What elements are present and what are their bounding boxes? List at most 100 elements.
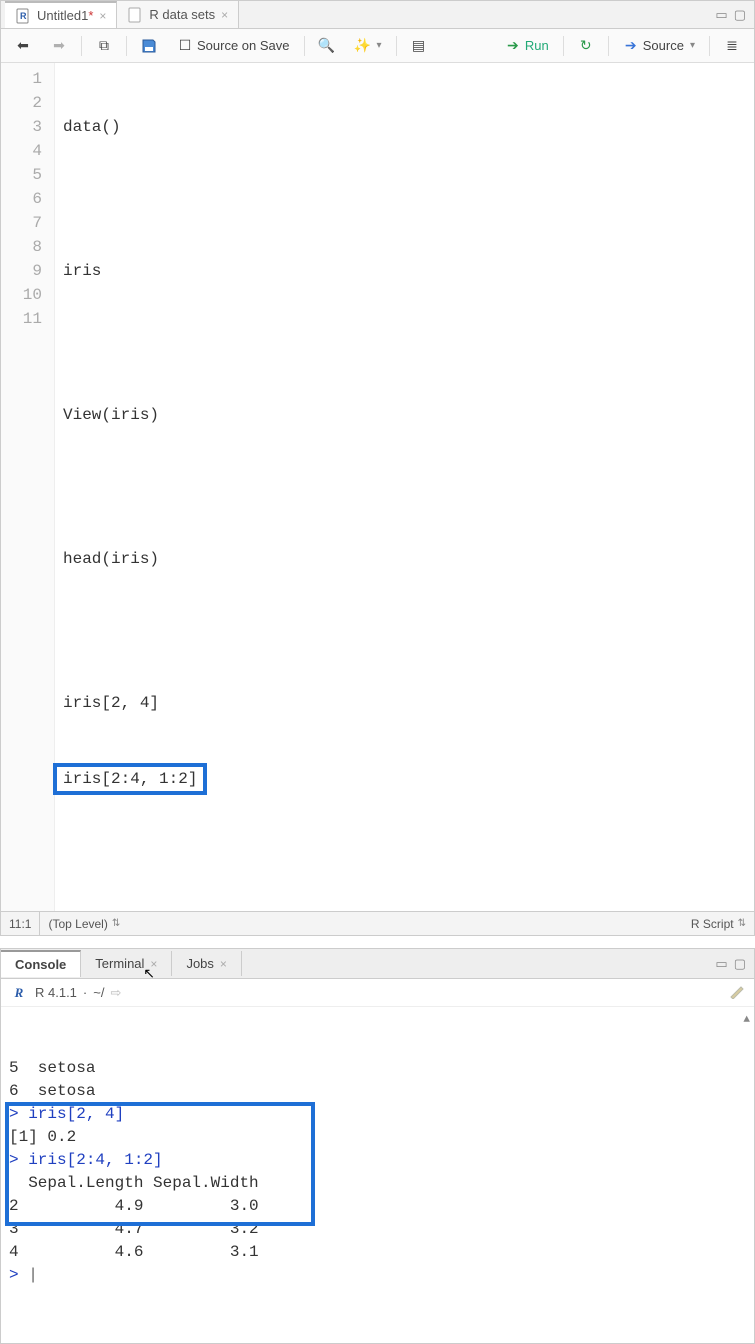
output-table-header: Sepal.Length Sepal.Width [9, 1174, 259, 1192]
rerun-icon: ↻ [578, 38, 594, 54]
code-line[interactable] [63, 331, 746, 355]
scroll-up-icon[interactable]: ▲ [743, 1009, 750, 1032]
chevron-down-icon: ▾ [690, 40, 695, 51]
minimize-pane-icon[interactable]: ▭ [715, 7, 727, 23]
sort-icon: ⇅ [738, 918, 746, 929]
close-icon[interactable]: × [221, 8, 228, 22]
editor-tab-bar: R Untitled1* × R data sets × ▭ ▢ [1, 1, 754, 29]
output-line: [1] 0.2 [9, 1128, 76, 1146]
close-icon[interactable]: × [220, 957, 227, 971]
sort-icon: ⇅ [112, 918, 120, 929]
show-in-new-window-button[interactable]: ⧉ [90, 35, 118, 57]
line-gutter: 1234567891011 [1, 63, 55, 911]
tab-terminal[interactable]: Terminal × ↖ [81, 951, 172, 976]
console-command: iris[2:4, 1:2] [28, 1151, 162, 1169]
find-button[interactable]: 🔍 [313, 35, 341, 57]
cursor-position: 11:1 [9, 917, 31, 931]
wand-icon: ✨ [355, 38, 371, 54]
window-controls: ▭ ▢ [715, 7, 754, 23]
rerun-button[interactable]: ↻ [572, 35, 600, 57]
code-line[interactable]: iris [63, 259, 746, 283]
popout-icon: ⧉ [96, 38, 112, 54]
output-table-row: 4 4.6 3.1 [9, 1243, 259, 1261]
tab-label: Terminal [95, 956, 144, 971]
back-button[interactable]: ⬅ [9, 35, 37, 57]
source-label: Source [643, 38, 684, 53]
console-pane: Console Terminal × ↖ Jobs × ▭ ▢ R R 4.1.… [0, 948, 755, 1344]
tab-r-datasets[interactable]: R data sets × [117, 1, 239, 28]
editor-toolbar: ⬅ ➡ ⧉ ☐ Source on Save 🔍 ✨▾ ▤ ➔ Run ↻ ➔ … [1, 29, 754, 63]
scope-selector[interactable]: (Top Level) ⇅ [48, 917, 120, 931]
editor-status-bar: 11:1 (Top Level) ⇅ R Script ⇅ [1, 911, 754, 935]
code-line[interactable] [63, 475, 746, 499]
prompt-icon: > [9, 1266, 28, 1284]
compile-report-button[interactable]: ▤ [405, 35, 433, 57]
r-version: R 4.1.1 [35, 985, 77, 1000]
code-editor[interactable]: 1234567891011 data() iris View(iris) hea… [1, 63, 754, 911]
checkbox-icon: ☐ [177, 38, 193, 54]
language-selector[interactable]: R Script ⇅ [691, 917, 746, 931]
close-icon[interactable]: × [99, 9, 106, 23]
console-header: R R 4.1.1 · ~/ ⇨ [1, 979, 754, 1007]
source-on-save-label: Source on Save [197, 38, 290, 53]
highlight-annotation: iris[2:4, 1:2] [53, 763, 207, 795]
code-line[interactable]: head(iris) [63, 547, 746, 571]
minimize-pane-icon[interactable]: ▭ [715, 956, 727, 972]
notebook-icon: ▤ [411, 38, 427, 54]
code-line[interactable]: View(iris) [63, 403, 746, 427]
maximize-pane-icon[interactable]: ▢ [734, 7, 746, 23]
save-button[interactable] [135, 35, 163, 57]
tab-label: Jobs [186, 956, 213, 971]
prompt-icon: > [9, 1151, 28, 1169]
code-line[interactable]: iris[2, 4] [63, 691, 746, 715]
goto-dir-icon[interactable]: ⇨ [110, 985, 121, 1001]
save-icon [141, 38, 157, 54]
output-table-row: 3 4.7 3.2 [9, 1220, 259, 1238]
run-label: Run [525, 38, 549, 53]
tab-label: Console [15, 957, 66, 972]
run-arrow-icon: ➔ [505, 38, 521, 54]
scope-label: (Top Level) [48, 917, 107, 931]
editor-pane: R Untitled1* × R data sets × ▭ ▢ ⬅ ➡ ⧉ ☐ [0, 0, 755, 936]
prompt-icon: > [9, 1105, 28, 1123]
dirty-indicator: * [88, 8, 93, 23]
console-tab-bar: Console Terminal × ↖ Jobs × ▭ ▢ [1, 949, 754, 979]
code-line[interactable]: data() [63, 115, 746, 139]
output-table-row: 2 4.9 3.0 [9, 1197, 259, 1215]
arrow-right-icon: ➡ [51, 38, 67, 54]
code-line[interactable] [63, 187, 746, 211]
source-arrow-icon: ➔ [623, 38, 639, 54]
tab-untitled1[interactable]: R Untitled1* × [5, 1, 117, 28]
clear-console-icon[interactable] [728, 983, 746, 1002]
tab-console[interactable]: Console [1, 950, 81, 977]
code-area[interactable]: data() iris View(iris) head(iris) iris[2… [55, 63, 754, 911]
separator: · [83, 985, 87, 1000]
tab-label: R data sets [149, 7, 215, 22]
input-cursor[interactable]: | [28, 1266, 38, 1284]
tab-jobs[interactable]: Jobs × [172, 951, 241, 976]
outline-icon: ≣ [724, 38, 740, 54]
close-icon[interactable]: × [150, 957, 157, 971]
language-label: R Script [691, 917, 734, 931]
run-button[interactable]: ➔ Run [499, 35, 555, 57]
window-controls: ▭ ▢ [715, 956, 754, 972]
arrow-left-icon: ⬅ [15, 38, 31, 54]
code-line[interactable] [63, 835, 746, 859]
forward-button[interactable]: ➡ [45, 35, 73, 57]
r-doc-icon: R [15, 8, 31, 24]
code-line[interactable] [63, 619, 746, 643]
source-on-save-toggle[interactable]: ☐ Source on Save [171, 35, 296, 57]
code-tools-button[interactable]: ✨▾ [349, 35, 388, 57]
source-button[interactable]: ➔ Source ▾ [617, 35, 701, 57]
r-logo-icon: R [9, 985, 29, 1001]
chevron-down-icon: ▾ [377, 40, 382, 51]
maximize-pane-icon[interactable]: ▢ [734, 956, 746, 972]
doc-icon [127, 7, 143, 23]
outline-button[interactable]: ≣ [718, 35, 746, 57]
svg-text:R: R [20, 11, 27, 21]
search-icon: 🔍 [319, 38, 335, 54]
code-line[interactable]: iris[2:4, 1:2] [63, 763, 746, 787]
output-line: 5 setosa [9, 1059, 95, 1077]
console-command: iris[2, 4] [28, 1105, 124, 1123]
console-output[interactable]: ▲ 5 setosa 6 setosa > iris[2, 4] [1] 0.2… [1, 1007, 754, 1343]
